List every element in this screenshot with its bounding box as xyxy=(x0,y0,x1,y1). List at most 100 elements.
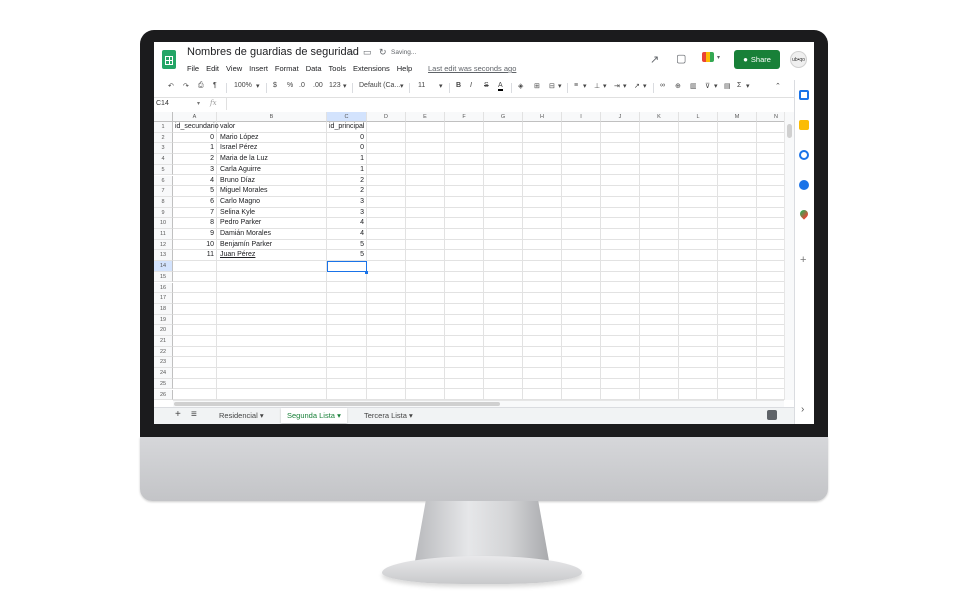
cell-id-secundario[interactable]: 10 xyxy=(173,240,214,251)
cell-id-secundario[interactable]: 5 xyxy=(173,186,214,197)
column-header[interactable]: F xyxy=(445,112,484,122)
column-header[interactable]: I xyxy=(562,112,601,122)
merge-cells-icon[interactable]: ⊟ xyxy=(549,82,555,90)
cell-id-principal[interactable]: 2 xyxy=(327,186,364,197)
sheet-tab-segunda-lista[interactable]: Segunda Lista ▾ xyxy=(281,408,347,423)
decrease-decimal-button[interactable]: .0 xyxy=(299,82,305,89)
cell-id-principal[interactable]: 1 xyxy=(327,165,364,176)
row-header[interactable]: 18 xyxy=(154,303,173,315)
text-rotation-icon[interactable]: ↗ xyxy=(634,82,640,90)
row-header[interactable]: 12 xyxy=(154,239,173,251)
cell-id-principal[interactable]: 4 xyxy=(327,229,364,240)
percent-button[interactable]: % xyxy=(287,82,293,89)
row-header[interactable]: 9 xyxy=(154,207,173,219)
get-addons-button[interactable]: + xyxy=(800,254,806,266)
explore-icon[interactable] xyxy=(767,410,777,420)
column-header[interactable]: B xyxy=(217,112,327,122)
row-header[interactable]: 16 xyxy=(154,282,173,294)
cell-id-principal[interactable]: 0 xyxy=(327,133,364,144)
cell-valor[interactable]: Carlo Magno xyxy=(220,197,324,208)
cell-valor[interactable]: Israel Pérez xyxy=(220,143,324,154)
row-header[interactable]: 4 xyxy=(154,154,173,165)
cell-id-principal[interactable]: 1 xyxy=(327,154,364,165)
row-header[interactable]: 21 xyxy=(154,336,173,347)
fill-color-icon[interactable]: ◈ xyxy=(518,82,523,90)
row-header[interactable]: 7 xyxy=(154,186,173,197)
row-header[interactable]: 20 xyxy=(154,325,173,336)
cell-valor[interactable]: Mario López xyxy=(220,133,324,144)
row-header[interactable]: 10 xyxy=(154,218,173,229)
increase-decimal-button[interactable]: .00 xyxy=(313,82,323,89)
menu-format[interactable]: Format xyxy=(275,64,299,73)
contacts-icon[interactable] xyxy=(799,180,809,190)
borders-icon[interactable]: ⊞ xyxy=(534,82,540,90)
column-header[interactable]: H xyxy=(523,112,562,122)
menu-edit[interactable]: Edit xyxy=(206,64,219,73)
text-rotation-dropdown-icon[interactable]: ▾ xyxy=(643,82,647,90)
number-format-dropdown-icon[interactable]: ▾ xyxy=(343,82,347,90)
menu-view[interactable]: View xyxy=(226,64,242,73)
text-wrap-dropdown-icon[interactable]: ▾ xyxy=(623,82,627,90)
menu-tools[interactable]: Tools xyxy=(329,64,347,73)
sheets-logo-icon[interactable] xyxy=(162,50,176,69)
zoom-select[interactable]: 100% xyxy=(234,82,252,89)
cell-id-principal[interactable]: 4 xyxy=(327,218,364,229)
bold-button[interactable]: B xyxy=(456,82,461,89)
sheet-tab-tercera-lista[interactable]: Tercera Lista ▾ xyxy=(364,411,413,420)
column-header[interactable]: N xyxy=(757,112,784,122)
row-header[interactable]: 3 xyxy=(154,143,173,155)
name-box[interactable]: C14 xyxy=(156,100,169,107)
row-header[interactable]: 23 xyxy=(154,357,173,369)
add-sheet-button[interactable]: + xyxy=(175,409,181,420)
cell-id-secundario[interactable]: 9 xyxy=(173,229,214,240)
menu-data[interactable]: Data xyxy=(306,64,322,73)
cell-valor[interactable]: Damián Morales xyxy=(220,229,324,240)
keep-icon[interactable] xyxy=(799,120,809,130)
insert-comment-icon[interactable]: ⊕ xyxy=(675,82,681,90)
row-header[interactable]: 14 xyxy=(154,261,173,272)
column-header[interactable]: L xyxy=(679,112,718,122)
filter-icon[interactable]: ⊽ xyxy=(705,82,710,90)
cell-id-principal[interactable]: 3 xyxy=(327,197,364,208)
meet-icon[interactable] xyxy=(702,52,714,62)
row-header[interactable]: 26 xyxy=(154,389,173,400)
row-header[interactable]: 25 xyxy=(154,378,173,390)
insert-chart-icon[interactable]: ▥ xyxy=(690,82,697,90)
column-header[interactable]: A xyxy=(173,112,217,122)
insert-link-icon[interactable]: ∞ xyxy=(660,82,665,89)
cell-valor[interactable]: Carla Aguirre xyxy=(220,165,324,176)
font-size-select[interactable]: 11 xyxy=(418,82,425,89)
vertical-align-dropdown-icon[interactable]: ▾ xyxy=(603,82,607,90)
row-header[interactable]: 8 xyxy=(154,196,173,208)
calendar-icon[interactable] xyxy=(799,90,809,100)
number-format-button[interactable]: 123 xyxy=(329,82,341,89)
italic-button[interactable]: I xyxy=(470,82,472,89)
font-size-dropdown-icon[interactable]: ▾ xyxy=(439,82,443,90)
cell-id-principal[interactable]: 2 xyxy=(327,176,364,187)
print-icon[interactable]: ⎙ xyxy=(198,82,204,90)
cell-id-secundario[interactable]: 11 xyxy=(173,250,214,261)
cell-id-secundario[interactable]: 4 xyxy=(173,176,214,187)
meet-dropdown-icon[interactable]: ▾ xyxy=(717,54,720,61)
row-header[interactable]: 6 xyxy=(154,175,173,187)
column-header[interactable]: C xyxy=(327,112,367,122)
selected-cell-c14[interactable] xyxy=(327,261,367,273)
cell-valor[interactable]: Maria de la Luz xyxy=(220,154,324,165)
cell-valor[interactable]: Selina Kyle xyxy=(220,208,324,219)
undo-icon[interactable]: ↶ xyxy=(168,82,174,90)
functions-dropdown-icon[interactable]: ▾ xyxy=(746,82,750,90)
vertical-align-icon[interactable]: ⊥ xyxy=(594,82,600,90)
font-select[interactable]: Default (Ca... xyxy=(359,82,400,89)
cell-valor[interactable]: Pedro Parker xyxy=(220,218,324,229)
last-edit-link[interactable]: Last edit was seconds ago xyxy=(428,64,516,73)
merge-dropdown-icon[interactable]: ▾ xyxy=(558,82,562,90)
row-header[interactable]: 24 xyxy=(154,368,173,379)
share-button[interactable]: ● Share xyxy=(734,50,780,69)
cell-id-secundario[interactable]: 3 xyxy=(173,165,214,176)
column-header[interactable]: G xyxy=(484,112,523,122)
collapse-toolbar-icon[interactable]: ⌃ xyxy=(775,82,781,90)
cell-valor[interactable]: Benjamín Parker xyxy=(220,240,324,251)
name-box-dropdown-icon[interactable]: ▾ xyxy=(197,100,200,107)
trending-icon[interactable]: ↗ xyxy=(650,53,659,66)
font-dropdown-icon[interactable]: ▾ xyxy=(400,82,404,90)
